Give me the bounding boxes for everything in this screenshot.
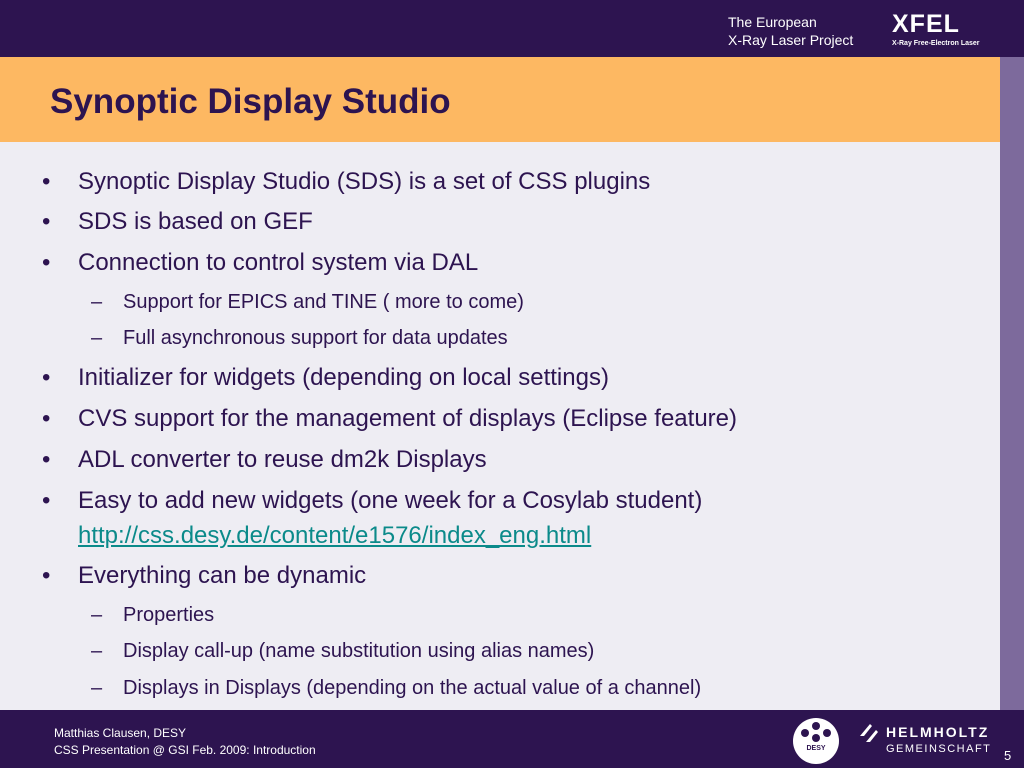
helmholtz-mark-icon bbox=[860, 724, 878, 742]
sub-bullet-mark: – bbox=[91, 640, 103, 662]
xfel-logo: XFEL X-Ray Free-Electron Laser bbox=[890, 10, 982, 50]
sub-bullet-text: Display call-up (name substitution using… bbox=[123, 640, 595, 662]
bullet-text: Initializer for widgets (depending on lo… bbox=[78, 364, 609, 391]
xfel-logo-subtitle: X-Ray Free-Electron Laser bbox=[892, 40, 980, 47]
bullet-text: SDS is based on GEF bbox=[78, 208, 313, 235]
helmholtz-subtitle: GEMEINSCHAFT bbox=[886, 743, 992, 755]
sub-bullet-text: Properties bbox=[123, 604, 215, 626]
desy-link[interactable]: http://css.desy.de/content/e1576/index_e… bbox=[78, 522, 591, 550]
bullet-mark: • bbox=[42, 208, 51, 235]
bullet-mark: • bbox=[42, 168, 51, 195]
desy-dot bbox=[823, 729, 831, 737]
top-bar: The European X-Ray Laser Project XFEL X-… bbox=[0, 0, 1024, 57]
page-number: 5 bbox=[1004, 748, 1012, 763]
desy-logo-label: DESY bbox=[806, 745, 826, 752]
bullet-text: CVS support for the management of displa… bbox=[78, 405, 737, 432]
bullet-mark: • bbox=[42, 405, 51, 432]
slide-content: • Synoptic Display Studio (SDS) is a set… bbox=[0, 142, 1000, 710]
bullet-text: ADL converter to reuse dm2k Displays bbox=[78, 446, 487, 473]
bullet-mark: • bbox=[42, 446, 51, 473]
bullet-mark: • bbox=[42, 249, 51, 276]
brand-text: The European X-Ray Laser Project bbox=[728, 13, 853, 49]
right-strip bbox=[1000, 57, 1024, 710]
desy-dot bbox=[812, 722, 820, 730]
helmholtz-word: HELMHOLTZ bbox=[886, 724, 990, 740]
footer: Matthias Clausen, DESY CSS Presentation … bbox=[0, 710, 1024, 768]
sub-bullet-mark: – bbox=[91, 604, 103, 626]
bullet-text: Everything can be dynamic bbox=[78, 562, 367, 589]
footer-event: CSS Presentation @ GSI Feb. 2009: Introd… bbox=[54, 743, 316, 757]
brand-line-1: The European bbox=[728, 14, 817, 30]
footer-credits: Matthias Clausen, DESY CSS Presentation … bbox=[54, 725, 316, 759]
desy-dot bbox=[801, 729, 809, 737]
desy-dot bbox=[812, 734, 820, 742]
bullet-text: Connection to control system via DAL bbox=[78, 249, 479, 276]
bullet-mark: • bbox=[42, 487, 51, 514]
brand-line-2: X-Ray Laser Project bbox=[728, 32, 854, 48]
bullet-text: Easy to add new widgets (one week for a … bbox=[78, 487, 703, 514]
bullet-text: Synoptic Display Studio (SDS) is a set o… bbox=[78, 168, 651, 195]
sub-bullet-text: Support for EPICS and TINE ( more to com… bbox=[123, 291, 524, 313]
sub-bullet-text: Full asynchronous support for data updat… bbox=[123, 327, 508, 349]
footer-author: Matthias Clausen, DESY bbox=[54, 726, 187, 740]
xfel-logo-word: XFEL bbox=[892, 10, 960, 38]
sub-bullet-mark: – bbox=[91, 677, 103, 699]
sub-bullet-text: Displays in Displays (depending on the a… bbox=[123, 677, 702, 699]
helmholtz-logo: HELMHOLTZ GEMEINSCHAFT bbox=[858, 718, 990, 764]
sub-bullet-mark: – bbox=[91, 327, 103, 349]
slide-title: Synoptic Display Studio bbox=[50, 82, 451, 121]
bullet-mark: • bbox=[42, 364, 51, 391]
desy-logo: DESY bbox=[793, 718, 839, 764]
sub-bullet-mark: – bbox=[91, 291, 103, 313]
bullet-mark: • bbox=[42, 562, 51, 589]
